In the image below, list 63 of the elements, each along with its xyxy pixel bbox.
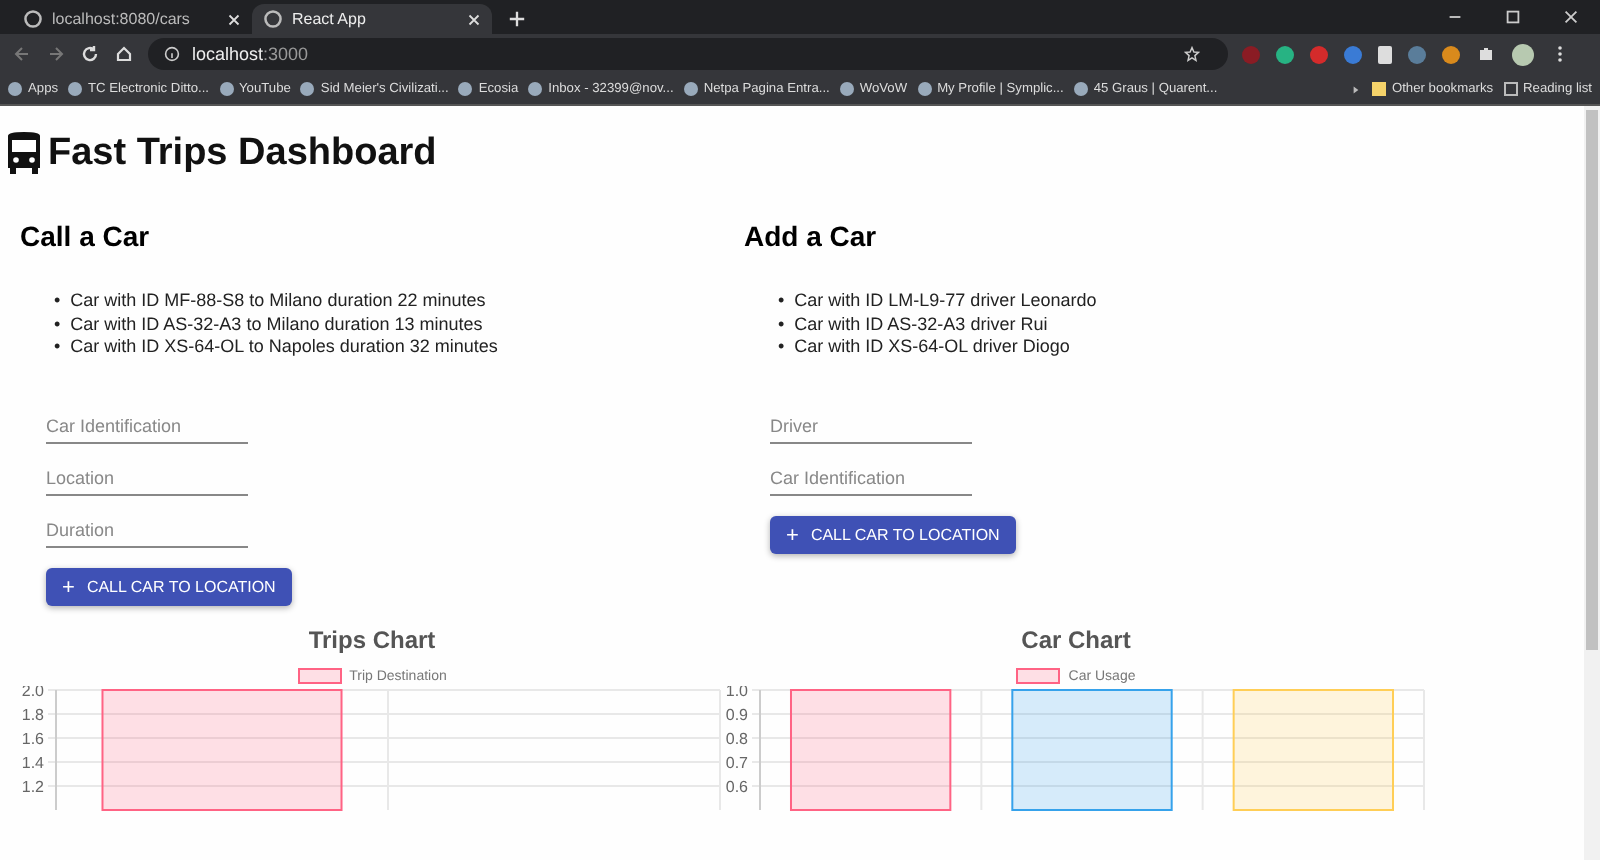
- input-field[interactable]: Driver: [770, 410, 972, 444]
- list-marker: •: [54, 313, 61, 336]
- more-bookmarks-icon[interactable]: [1349, 83, 1362, 95]
- axis-tick-label: 0.6: [725, 778, 748, 796]
- bookmark-favicon-icon: [917, 82, 932, 96]
- input-field[interactable]: Location: [46, 462, 248, 496]
- list-marker: •: [778, 290, 785, 313]
- folder-icon: [1371, 82, 1386, 96]
- new-tab-icon[interactable]: [508, 10, 526, 28]
- close-icon[interactable]: [228, 13, 240, 25]
- reload-icon[interactable]: [80, 44, 100, 64]
- browser-tab[interactable]: localhost:8080/cars: [12, 4, 252, 34]
- axis-tick-label: 0.7: [725, 754, 748, 772]
- url-port: :3000: [263, 44, 309, 64]
- browser-tab[interactable]: React App: [252, 4, 492, 34]
- list-marker: •: [778, 336, 785, 359]
- list-item: Car with ID LM-L9-77 driver Leonardo: [794, 290, 1097, 313]
- input-field[interactable]: Car Identification: [770, 462, 972, 496]
- bookmark-favicon-icon: [68, 82, 83, 96]
- list-item: Car with ID AS-32-A3 driver Rui: [794, 313, 1048, 336]
- bookmark-favicon-icon: [839, 82, 854, 96]
- input-field[interactable]: Car Identification: [46, 410, 248, 444]
- list-item: Car with ID AS-32-A3 to Milano duration 13 minutes: [70, 313, 483, 336]
- forward-icon[interactable]: [46, 44, 66, 64]
- call-car-button[interactable]: + CALL CAR TO LOCATION: [770, 516, 1016, 554]
- home-icon[interactable]: [114, 44, 134, 64]
- bookmark-favicon-icon: [8, 82, 22, 96]
- star-icon[interactable]: [1184, 46, 1200, 62]
- bookmark-favicon-icon: [683, 82, 698, 96]
- list-item: Car with ID XS-64-OL to Napoles duration 32 minutes: [70, 336, 498, 359]
- axis-tick-label: 0.9: [725, 706, 748, 724]
- call-car-button[interactable]: + CALL CAR TO LOCATION: [46, 568, 292, 606]
- bookmark-favicon-icon: [300, 82, 315, 96]
- bookmark-favicon-icon: [219, 82, 233, 96]
- axis-tick-label: 0.8: [725, 730, 748, 748]
- close-window-icon[interactable]: [1562, 8, 1580, 26]
- reading-list-icon: [1503, 82, 1518, 96]
- scrollbar[interactable]: [1584, 106, 1600, 860]
- list-marker: •: [778, 313, 785, 336]
- section-heading: Call a Car: [20, 220, 152, 256]
- bookmark-favicon-icon: [458, 82, 473, 96]
- page-title: Fast Trips Dashboard: [48, 132, 437, 176]
- list-item: Car with ID XS-64-OL driver Diogo: [794, 336, 1070, 359]
- chart-title: Trips Chart: [308, 626, 436, 654]
- axis-tick-label: 1.6: [21, 730, 44, 748]
- list-marker: •: [54, 290, 61, 313]
- axis-tick-label: 1.2: [21, 778, 44, 796]
- maximize-icon[interactable]: [1504, 8, 1522, 26]
- list-item: Car with ID MF-88-S8 to Milano duration 22 minutes: [70, 290, 486, 313]
- bookmark-favicon-icon: [528, 82, 543, 96]
- close-icon[interactable]: [468, 13, 480, 25]
- list-marker: •: [54, 336, 61, 359]
- chart-title: Car Chart: [1021, 626, 1131, 654]
- back-icon[interactable]: [12, 44, 32, 64]
- avatar-icon[interactable]: [1512, 43, 1534, 65]
- url-host: localhost: [192, 44, 264, 64]
- input-field[interactable]: Duration: [46, 514, 248, 548]
- bookmark-favicon-icon: [1073, 82, 1088, 96]
- axis-tick-label: 1.8: [21, 706, 44, 724]
- info-icon: [164, 46, 180, 62]
- address-bar[interactable]: localhost:3000: [148, 38, 1228, 70]
- section-heading: Add a Car: [744, 220, 879, 256]
- axis-tick-label: 1.4: [21, 754, 44, 772]
